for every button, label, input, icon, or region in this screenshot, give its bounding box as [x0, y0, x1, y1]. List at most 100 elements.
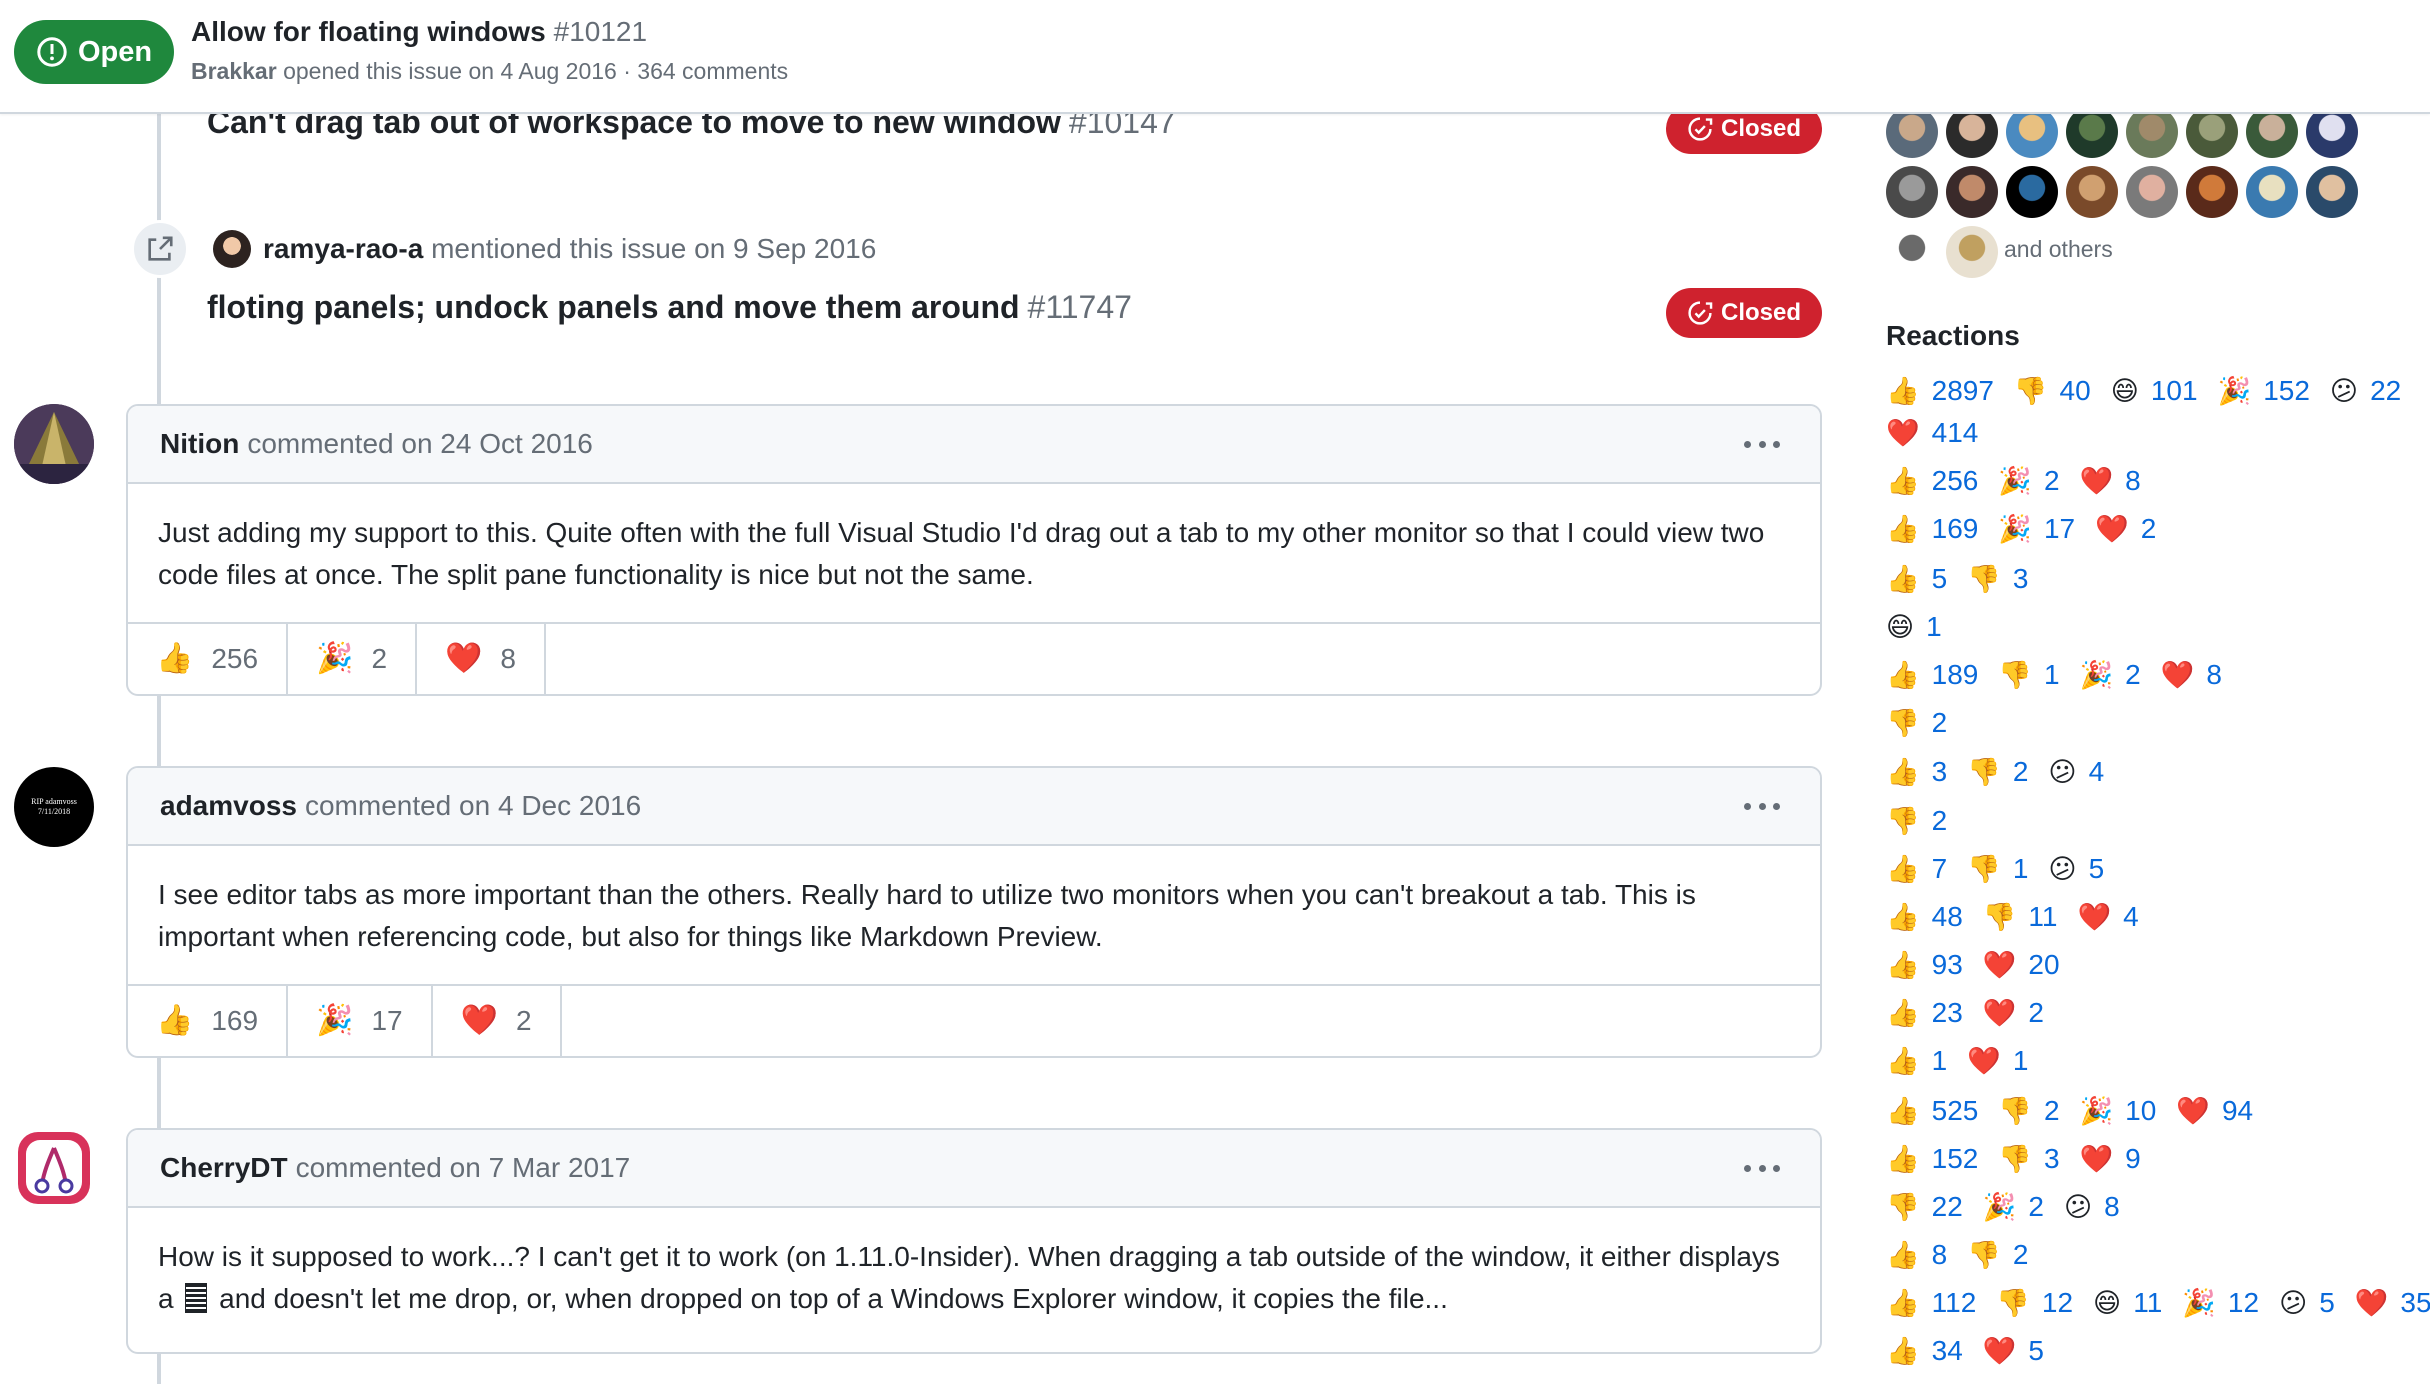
reaction-summary-item[interactable]: ❤️ 2	[2095, 513, 2156, 545]
reaction-count: 5	[2088, 853, 2105, 884]
participants-and-others[interactable]: and others	[2004, 236, 2113, 263]
cross-reference-title[interactable]: floting panels; undock panels and move t…	[207, 289, 1132, 326]
reaction-summary-item[interactable]: ❤️ 414	[1886, 417, 1978, 449]
reaction-summary-item[interactable]: 🎉 152	[2218, 375, 2310, 407]
comment-timestamp[interactable]: commented on 7 Mar 2017	[296, 1152, 631, 1184]
comment-author-link[interactable]: CherryDT	[160, 1152, 288, 1184]
mention-author-link[interactable]: ramya-rao-a	[263, 233, 423, 264]
participant-avatar[interactable]	[2246, 166, 2298, 218]
reaction-heart-button[interactable]: ❤️ 2	[433, 986, 562, 1056]
thumbs-up-icon: 👍	[1886, 1045, 1920, 1077]
reaction-summary-item[interactable]: ❤️ 9	[2080, 1143, 2141, 1175]
comment-options-button[interactable]	[1742, 1152, 1782, 1184]
reaction-summary-item[interactable]: ❤️ 94	[2176, 1095, 2253, 1127]
reaction-summary-item[interactable]: 👎 1	[1967, 853, 2028, 885]
reaction-hooray-button[interactable]: 🎉 2	[288, 624, 418, 694]
reaction-summary-item[interactable]: ❤️ 4	[2077, 901, 2138, 933]
avatar[interactable]	[14, 1128, 94, 1208]
avatar[interactable]	[14, 404, 94, 484]
reaction-summary-item[interactable]: 😕 4	[2048, 756, 2104, 788]
reaction-summary-item[interactable]: 😄 11	[2093, 1287, 2162, 1319]
avatar[interactable]	[213, 230, 251, 268]
reaction-summary-item[interactable]: 😕 5	[2279, 1287, 2335, 1319]
reaction-summary-item[interactable]: 👎 2	[1967, 1239, 2028, 1271]
reaction-summary-row: 👍 169 🎉 17 ❤️ 2	[1886, 513, 2176, 545]
reaction-summary-item[interactable]: 👎 1	[1998, 659, 2059, 691]
reaction-summary-item[interactable]: ❤️ 2	[1983, 997, 2044, 1029]
reaction-summary-item[interactable]: 👎 3	[1967, 563, 2028, 595]
participant-avatar[interactable]	[2126, 166, 2178, 218]
reaction-summary-item[interactable]: ❤️ 20	[1983, 949, 2060, 981]
reaction-summary-item[interactable]: 👎 3	[1998, 1143, 2059, 1175]
reaction-count: 1	[2043, 659, 2060, 690]
party-popper-icon: 🎉	[316, 641, 354, 676]
reaction-summary-item[interactable]: 👍 256	[1886, 465, 1978, 497]
participant-avatar[interactable]	[2066, 166, 2118, 218]
reaction-summary-item[interactable]: 👍 93	[1886, 949, 1963, 981]
heart-icon: ❤️	[2079, 1143, 2114, 1175]
comment-author-link[interactable]: Nition	[160, 428, 239, 460]
participant-avatar[interactable]	[2186, 166, 2238, 218]
reaction-summary-item[interactable]: 👍 34	[1886, 1335, 1963, 1367]
avatar[interactable]: RIP adamvoss 7/11/2018	[14, 767, 94, 847]
reaction-summary-item[interactable]: 😄 1	[1886, 611, 1942, 643]
reaction-summary-item[interactable]: 👍 3	[1886, 756, 1947, 788]
reaction-summary-item[interactable]: 👎 2	[1967, 756, 2028, 788]
comment-author-link[interactable]: adamvoss	[160, 790, 297, 822]
reaction-summary-item[interactable]: ❤️ 35	[2355, 1287, 2430, 1319]
reaction-summary-item[interactable]: 😕 22	[2330, 375, 2401, 407]
participant-avatar[interactable]	[1946, 166, 1998, 218]
issue-author-link[interactable]: Brakkar	[191, 58, 277, 84]
reaction-summary-item[interactable]: 👍 5	[1886, 563, 1947, 595]
comment-timestamp[interactable]: commented on 4 Dec 2016	[305, 790, 641, 822]
reaction-summary-item[interactable]: 👎 12	[1996, 1287, 2073, 1319]
reaction-summary-item[interactable]: 👍 23	[1886, 997, 1963, 1029]
reaction-summary-item[interactable]: 👍 189	[1886, 659, 1978, 691]
reaction-summary-item[interactable]: 🎉 17	[1998, 513, 2075, 545]
participant-avatar[interactable]	[1886, 166, 1938, 218]
reaction-summary-item[interactable]: 👍 112	[1886, 1287, 1976, 1319]
issue-title[interactable]: Allow for floating windows #10121	[191, 16, 647, 48]
reaction-summary-item[interactable]: ❤️ 8	[2161, 659, 2222, 691]
reaction-summary-item[interactable]: 🎉 2	[1998, 465, 2059, 497]
reaction-count: 5	[1931, 563, 1948, 594]
reaction-summary-item[interactable]: 👍 2897	[1886, 375, 1994, 407]
reaction-summary-item[interactable]: 👎 40	[2014, 375, 2091, 407]
reaction-summary-item[interactable]: 👍 525	[1886, 1095, 1978, 1127]
reaction-summary-item[interactable]: 👍 152	[1886, 1143, 1978, 1175]
reaction-summary-item[interactable]: 👎 2	[1886, 707, 1947, 739]
reaction-summary-item[interactable]: 👎 2	[1886, 805, 1947, 837]
comment-options-button[interactable]	[1742, 428, 1782, 460]
reaction-count: 1	[1931, 1045, 1948, 1076]
reaction-summary-item[interactable]: 👎 22	[1886, 1191, 1963, 1223]
issue-closed-icon	[1688, 117, 1713, 141]
reaction-summary-item[interactable]: 👍 7	[1886, 853, 1947, 885]
reaction-summary-item[interactable]: 😕 8	[2064, 1191, 2120, 1223]
comment-options-button[interactable]	[1742, 790, 1782, 822]
reaction-hooray-button[interactable]: 🎉 17	[288, 986, 433, 1056]
reaction-thumbs-up-button[interactable]: 👍 169	[128, 986, 289, 1056]
reaction-thumbs-up-button[interactable]: 👍 256	[128, 624, 289, 694]
reaction-summary-item[interactable]: ❤️ 1	[1967, 1045, 2028, 1077]
reaction-summary-item[interactable]: 👍 8	[1886, 1239, 1947, 1271]
reaction-summary-item[interactable]: 👎 2	[1998, 1095, 2059, 1127]
reaction-summary-item[interactable]: 👍 1	[1886, 1045, 1947, 1077]
reaction-summary-item[interactable]: ❤️ 8	[2080, 465, 2141, 497]
reaction-summary-item[interactable]: 🎉 10	[2080, 1095, 2157, 1127]
participant-avatar[interactable]	[2006, 166, 2058, 218]
reaction-summary-item[interactable]: 🎉 2	[2080, 659, 2141, 691]
party-popper-icon: 🎉	[316, 1003, 354, 1038]
reaction-summary-item[interactable]: ❤️ 5	[1983, 1335, 2044, 1367]
reaction-summary-item[interactable]: 🎉 12	[2182, 1287, 2259, 1319]
reaction-summary-item[interactable]: 🎉 2	[1983, 1191, 2044, 1223]
reaction-summary-item[interactable]: 😕 5	[2048, 853, 2104, 885]
participant-avatar[interactable]	[2306, 166, 2358, 218]
reaction-summary-item[interactable]: 👍 48	[1886, 901, 1963, 933]
participant-avatar[interactable]	[1946, 226, 1998, 278]
reaction-heart-button[interactable]: ❤️ 8	[417, 624, 546, 694]
comment-timestamp[interactable]: commented on 24 Oct 2016	[247, 428, 593, 460]
reaction-summary-item[interactable]: 😄 101	[2111, 375, 2198, 407]
participant-avatar[interactable]	[1886, 226, 1938, 278]
reaction-summary-item[interactable]: 👍 169	[1886, 513, 1978, 545]
reaction-summary-item[interactable]: 👎 11	[1983, 901, 2058, 933]
